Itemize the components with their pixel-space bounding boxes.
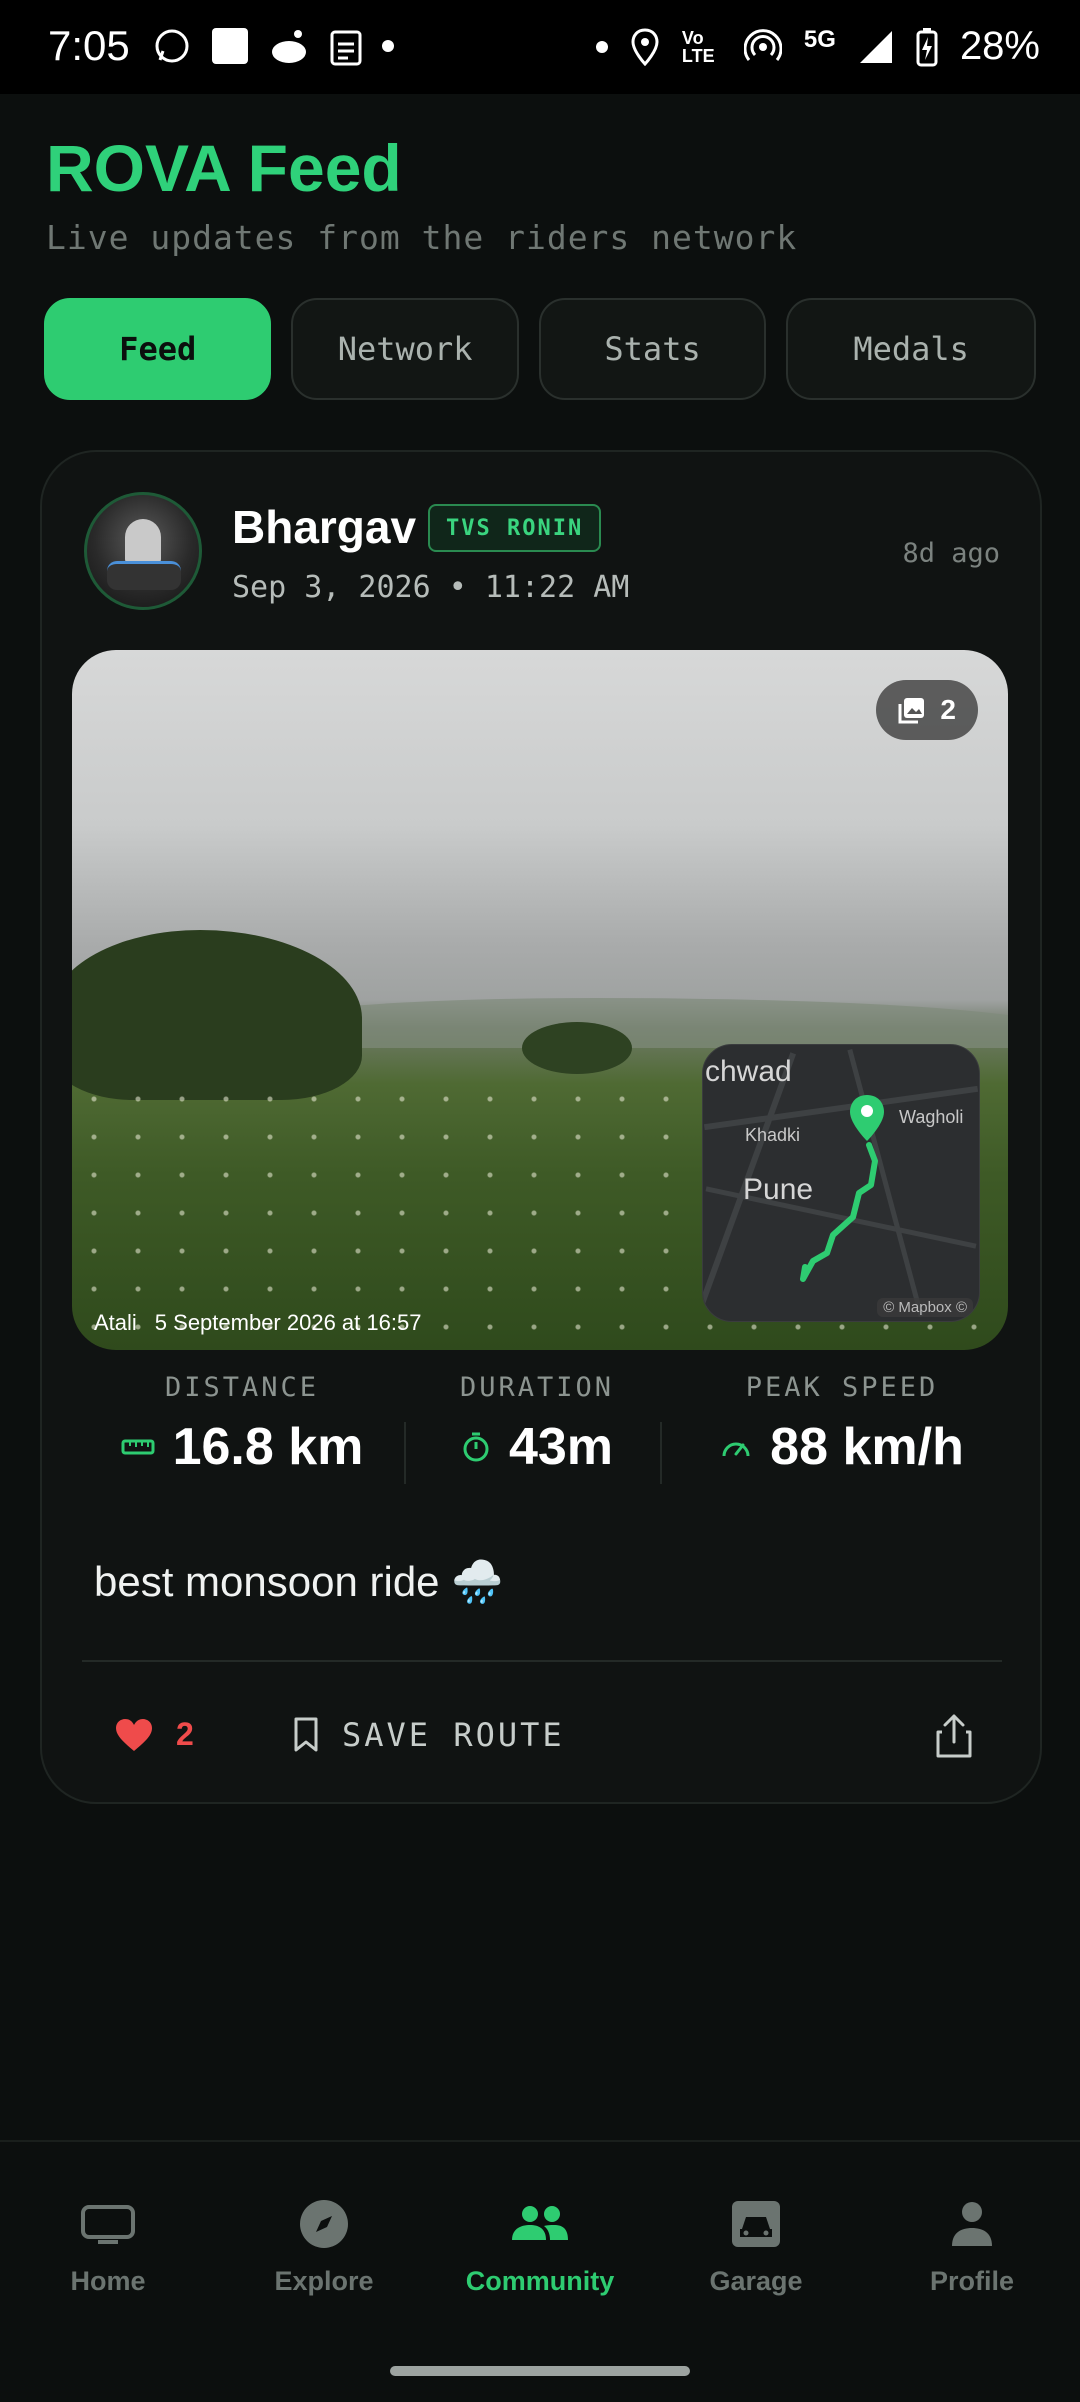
signal-icon (859, 30, 892, 63)
nav-profile[interactable]: Profile (872, 2194, 1072, 2297)
divider (82, 1660, 1002, 1662)
network-type: 5G (803, 25, 836, 53)
nav-label: Profile (929, 2266, 1015, 2296)
route-mini-map[interactable]: chwad Khadki Wagholi Pune © Mapbox © (702, 1044, 980, 1322)
avatar-rider-figure (125, 519, 161, 565)
nav-label: Community (465, 2266, 615, 2296)
location-icon (631, 27, 659, 66)
volte-icon: Vo LTE (681, 27, 715, 66)
battery-percent: 28% (959, 24, 1040, 68)
share-button[interactable] (934, 1712, 974, 1765)
avatar[interactable] (84, 492, 202, 610)
photo-hill (292, 998, 1008, 1048)
notification-icons (152, 26, 394, 66)
stat-value: 43m (508, 1418, 614, 1476)
photo-timestamp: 5 September 2026 at 16:57 (154, 1310, 422, 1335)
reddit-icon (272, 30, 306, 63)
stat-value: 16.8 km (172, 1418, 364, 1476)
status-time: 7:05 (48, 22, 130, 69)
hotspot-icon (743, 28, 782, 61)
post-time-ago: 8d ago (902, 538, 1000, 569)
nav-label: Garage (709, 2266, 803, 2296)
post-user-name[interactable]: Bhargav (232, 500, 416, 554)
nav-label: Explore (274, 2266, 374, 2296)
photo-count-badge[interactable]: 2 (876, 680, 978, 740)
stat-duration: DURATION 43m (422, 1372, 652, 1477)
stat-distance-value-row: 16.8 km (82, 1417, 402, 1477)
stat-label: PEAK SPEED (745, 1372, 939, 1403)
photo-bush (72, 930, 362, 1100)
battery-charging-icon (916, 27, 938, 66)
car-icon (732, 2201, 780, 2247)
person-icon (952, 2202, 992, 2246)
stat-label: DISTANCE (164, 1372, 320, 1403)
tab-stats[interactable]: Stats (538, 298, 767, 400)
like-button[interactable]: 2 (114, 1716, 194, 1753)
whatsapp-icon (155, 29, 189, 63)
photo-tree (522, 1022, 632, 1074)
tab-network[interactable]: Network (291, 298, 519, 400)
stat-duration-value-row: 43m (422, 1417, 652, 1477)
heart-icon (116, 1718, 152, 1751)
tv-icon (81, 2205, 135, 2244)
ride-photo[interactable]: 2 chwad Khadki Wagholi Pune © Mapbox © A… (72, 650, 1008, 1350)
route-path (800, 1142, 878, 1282)
stat-peak-speed: PEAK SPEED 88 km/h (682, 1372, 1002, 1477)
bottom-navigation: Home Explore Community Garage Profile (0, 2140, 1080, 2402)
ride-stats: DISTANCE 16.8 km DURATION 43m PEAK SPEED… (42, 1372, 1040, 1492)
clipboard-icon (330, 30, 362, 66)
save-route-button[interactable]: SAVE ROUTE (292, 1716, 565, 1754)
bike-model-badge: TVS RONIN (428, 504, 602, 552)
post-actions: 2 SAVE ROUTE (42, 1702, 1040, 1782)
photo-location: Atali (94, 1310, 137, 1335)
share-icon (936, 1714, 972, 1758)
save-route-label: SAVE ROUTE (342, 1716, 565, 1754)
speedometer-icon (722, 1442, 750, 1457)
status-bar: 7:05 Vo LTE 5G 28% (0, 0, 1080, 94)
stat-label: DURATION (459, 1372, 615, 1403)
nav-garage[interactable]: Garage (656, 2194, 856, 2297)
gallery-icon (898, 698, 925, 724)
people-icon (512, 2206, 568, 2240)
stat-distance: DISTANCE 16.8 km (82, 1372, 402, 1477)
stat-speed-value-row: 88 km/h (682, 1417, 1002, 1477)
map-attribution: © Mapbox © (877, 1298, 973, 1317)
compass-icon (300, 2200, 348, 2248)
like-count: 2 (176, 1716, 194, 1752)
post-caption: best monsoon ride 🌧️ (94, 1558, 504, 1605)
photo-count: 2 (940, 694, 956, 725)
notification-dot (382, 40, 394, 52)
home-indicator[interactable] (390, 2366, 690, 2376)
photo-metadata: Atali 5 September 2026 at 16:57 (94, 1310, 439, 1336)
location-pin-icon (850, 1095, 884, 1141)
stat-value: 88 km/h (770, 1418, 964, 1476)
nav-home[interactable]: Home (8, 2194, 208, 2297)
tab-medals[interactable]: Medals (786, 298, 1037, 400)
status-dot (595, 40, 608, 53)
nav-explore[interactable]: Explore (224, 2194, 424, 2297)
app-square-icon (212, 28, 248, 64)
feed-tabs: Feed Network Stats Medals (44, 298, 1037, 400)
ride-post-card: Bhargav TVS RONIN Sep 3, 2026 • 11:22 AM… (40, 450, 1042, 1804)
nav-community[interactable]: Community (440, 2194, 640, 2297)
bookmark-icon (294, 1717, 318, 1752)
page-title: ROVA Feed (46, 131, 402, 205)
post-date: Sep 3, 2026 • 11:22 AM (232, 570, 630, 605)
timer-icon (463, 1432, 489, 1462)
system-icons: Vo LTE 5G 28% (595, 24, 1040, 69)
stat-divider (660, 1422, 662, 1484)
tab-feed[interactable]: Feed (44, 298, 272, 400)
nav-label: Home (70, 2266, 146, 2296)
stat-divider (404, 1422, 406, 1484)
ruler-icon (121, 1439, 155, 1455)
page-subtitle: Live updates from the riders network (46, 218, 798, 257)
avatar-motorcycle (107, 561, 181, 590)
